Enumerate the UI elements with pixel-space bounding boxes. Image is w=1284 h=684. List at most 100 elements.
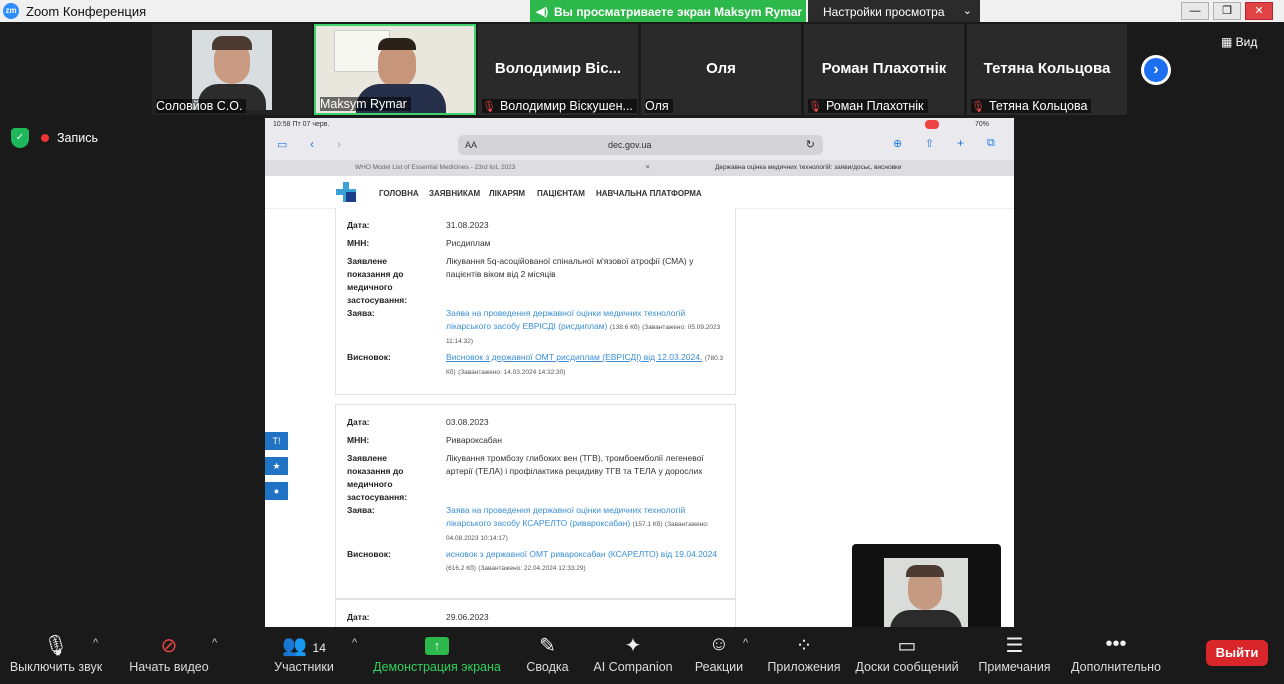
participants-options-caret[interactable]: ^ bbox=[352, 637, 357, 649]
participants-label: Участники bbox=[274, 660, 334, 674]
conclusion-label: Висновок: bbox=[347, 549, 391, 559]
chevron-down-icon: ⌄ bbox=[962, 5, 972, 17]
share-icon[interactable]: ⇧ bbox=[925, 137, 934, 150]
whiteboards-button[interactable]: ▭ Доски сообщений bbox=[852, 627, 962, 684]
application-label: Заява: bbox=[347, 308, 375, 318]
minimize-button[interactable]: — bbox=[1181, 2, 1209, 20]
browser-tab-active[interactable]: Державна оцінка медичних технологій: зая… bbox=[715, 164, 902, 171]
maximize-button[interactable]: ❐ bbox=[1213, 2, 1241, 20]
ai-sparkle-icon: ✦ bbox=[624, 635, 642, 657]
participant-display-name: Оля bbox=[706, 60, 736, 77]
indication-label: Заявлене показання до медичного застосув… bbox=[347, 453, 408, 502]
apps-icon: ⁘ bbox=[795, 635, 813, 657]
view-menu-button[interactable]: ▦ Вид bbox=[1221, 35, 1257, 49]
apps-label: Приложения bbox=[767, 660, 841, 674]
date-value: 03.08.2023 bbox=[446, 417, 489, 427]
participants-icon: 👥 14 bbox=[282, 635, 326, 657]
nav-patients[interactable]: ПАЦІЄНТАМ bbox=[537, 189, 585, 198]
apps-button[interactable]: ⁘ Приложения bbox=[763, 627, 845, 684]
date-label: Дата: bbox=[347, 417, 370, 427]
text-size-button[interactable]: T! bbox=[265, 432, 288, 450]
close-tab-icon[interactable]: ✕ bbox=[645, 163, 650, 171]
conclusion-link[interactable]: Висновок з державної ОМТ рисдиплам (ЕВРІ… bbox=[446, 352, 702, 362]
contrast-button[interactable]: ● bbox=[265, 482, 288, 500]
nav-applicants[interactable]: ЗАЯВНИКАМ bbox=[429, 189, 480, 198]
date-label: Дата: bbox=[347, 220, 370, 230]
conclusion-uploaded: (Завантажено: 22.04.2024 12:33:29) bbox=[478, 565, 586, 572]
mic-muted-icon: 🎙 bbox=[482, 101, 496, 113]
zoom-logo-icon: zm bbox=[3, 3, 19, 19]
conclusion-link[interactable]: исновок з державної ОМТ ривароксабан (КС… bbox=[446, 549, 717, 559]
next-participants-button[interactable]: › bbox=[1141, 55, 1171, 85]
notes-label: Примечания bbox=[978, 660, 1051, 674]
recording-label: Запись bbox=[57, 131, 99, 145]
more-button[interactable]: ••• Дополнительно bbox=[1066, 627, 1166, 684]
share-indicator-icon: ◀) bbox=[536, 6, 549, 18]
ai-companion-label: AI Companion bbox=[593, 660, 673, 674]
nav-learning-platform[interactable]: НАВЧАЛЬНА ПЛАТФОРМА bbox=[596, 189, 702, 198]
indication-value: Лікування тромбозу глибоких вен (ТГВ), т… bbox=[446, 453, 704, 476]
leave-button[interactable]: Выйти bbox=[1206, 640, 1268, 666]
inn-value: Рисдиплам bbox=[446, 238, 491, 248]
self-video-feed bbox=[884, 558, 968, 634]
shield-check-icon[interactable]: ✓ bbox=[11, 128, 29, 148]
hta-record-card: Дата: 31.08.2023 МНН: Рисдиплам Заявлене… bbox=[335, 208, 736, 395]
forward-icon[interactable]: › bbox=[337, 137, 341, 151]
view-label: Вид bbox=[1235, 35, 1258, 49]
tabs-icon[interactable]: ⧉ bbox=[987, 137, 995, 150]
start-video-button[interactable]: ⊘ Начать видео bbox=[124, 627, 214, 684]
site-logo-icon bbox=[336, 182, 356, 202]
participant-tile[interactable]: Володимир Віс... 🎙 Володимир Віскушен... bbox=[478, 24, 638, 115]
mute-button[interactable]: 🎙 Выключить звук bbox=[0, 627, 112, 684]
reactions-button[interactable]: ☺ Реакции bbox=[690, 627, 748, 684]
accessibility-button[interactable]: ★ bbox=[265, 457, 288, 475]
nav-home[interactable]: ГОЛОВНА bbox=[379, 189, 419, 198]
recording-indicator[interactable]: Запись bbox=[41, 131, 98, 145]
browser-tab-bar: WHO Model List of Essential Medicines - … bbox=[265, 160, 1014, 176]
inn-value: Ривароксабан bbox=[446, 435, 502, 445]
conclusion-uploaded: (Завантажено: 14.03.2024 14:32:30) bbox=[458, 369, 566, 376]
summary-button[interactable]: ✎ Сводка bbox=[520, 627, 575, 684]
browser-tab[interactable]: WHO Model List of Essential Medicines - … bbox=[355, 164, 515, 171]
application-entry: Заява на проведення державної оцінки мед… bbox=[446, 307, 731, 348]
notes-button[interactable]: ☰ Примечания bbox=[972, 627, 1057, 684]
participant-name: Роман Плахотнік bbox=[825, 99, 924, 113]
back-icon[interactable]: ‹ bbox=[310, 137, 314, 151]
mic-muted-icon: 🎙 bbox=[808, 101, 822, 113]
participant-tile[interactable]: Роман Плахотнік 🎙 Роман Плахотнік bbox=[804, 24, 964, 115]
ai-companion-button[interactable]: ✦ AI Companion bbox=[588, 627, 678, 684]
share-banner-text: Вы просматриваете экран Maksym Rymar bbox=[554, 5, 803, 19]
application-size: (138.6 Кб) bbox=[609, 324, 640, 331]
new-tab-icon[interactable]: + bbox=[957, 136, 964, 150]
participant-tile[interactable]: Тетяна Кольцова 🎙 Тетяна Кольцова bbox=[967, 24, 1127, 115]
app-title: Zoom Конференция bbox=[26, 4, 147, 19]
share-screen-button[interactable]: ↑ Демонстрация экрана bbox=[372, 627, 502, 684]
view-settings-label: Настройки просмотра bbox=[823, 5, 945, 19]
url-text: dec.gov.ua bbox=[608, 140, 652, 150]
recording-pill-icon bbox=[925, 120, 939, 129]
participant-display-name: Володимир Віс... bbox=[494, 60, 622, 77]
sidebar-icon[interactable]: ▭ bbox=[277, 138, 287, 151]
participant-tile[interactable]: Оля Оля bbox=[641, 24, 801, 115]
nav-doctors[interactable]: ЛІКАРЯМ bbox=[489, 189, 525, 198]
application-label: Заява: bbox=[347, 505, 375, 515]
reactions-label: Реакции bbox=[694, 660, 744, 674]
participant-tile-active-speaker[interactable]: Maksym Rymar bbox=[314, 24, 476, 115]
view-settings-dropdown[interactable]: Настройки просмотра ⌄ bbox=[808, 0, 980, 22]
self-view-video[interactable] bbox=[852, 544, 1001, 634]
inn-label: МНН: bbox=[347, 238, 370, 248]
safari-toolbar: ▭ ‹ › AA dec.gov.ua ↻ ⊕ ⇧ + ⧉ bbox=[265, 132, 1014, 160]
audio-options-caret[interactable]: ^ bbox=[93, 637, 98, 649]
close-button[interactable]: ✕ bbox=[1245, 2, 1273, 20]
download-icon[interactable]: ⊕ bbox=[893, 137, 902, 150]
date-value: 31.08.2023 bbox=[446, 220, 489, 230]
reactions-options-caret[interactable]: ^ bbox=[743, 637, 748, 649]
reload-icon[interactable]: ↻ bbox=[806, 138, 815, 151]
indication-value: Лікування 5q-асоційованої спінальної м'я… bbox=[446, 256, 694, 279]
participant-tile[interactable]: Соловйов С.О. bbox=[152, 24, 312, 115]
reader-aa[interactable]: AA bbox=[465, 140, 477, 150]
video-options-caret[interactable]: ^ bbox=[212, 637, 217, 649]
participants-button[interactable]: 👥 14 Участники bbox=[264, 627, 344, 684]
grid-icon: ▦ bbox=[1221, 35, 1236, 49]
address-bar[interactable]: AA dec.gov.ua ↻ bbox=[458, 135, 823, 155]
